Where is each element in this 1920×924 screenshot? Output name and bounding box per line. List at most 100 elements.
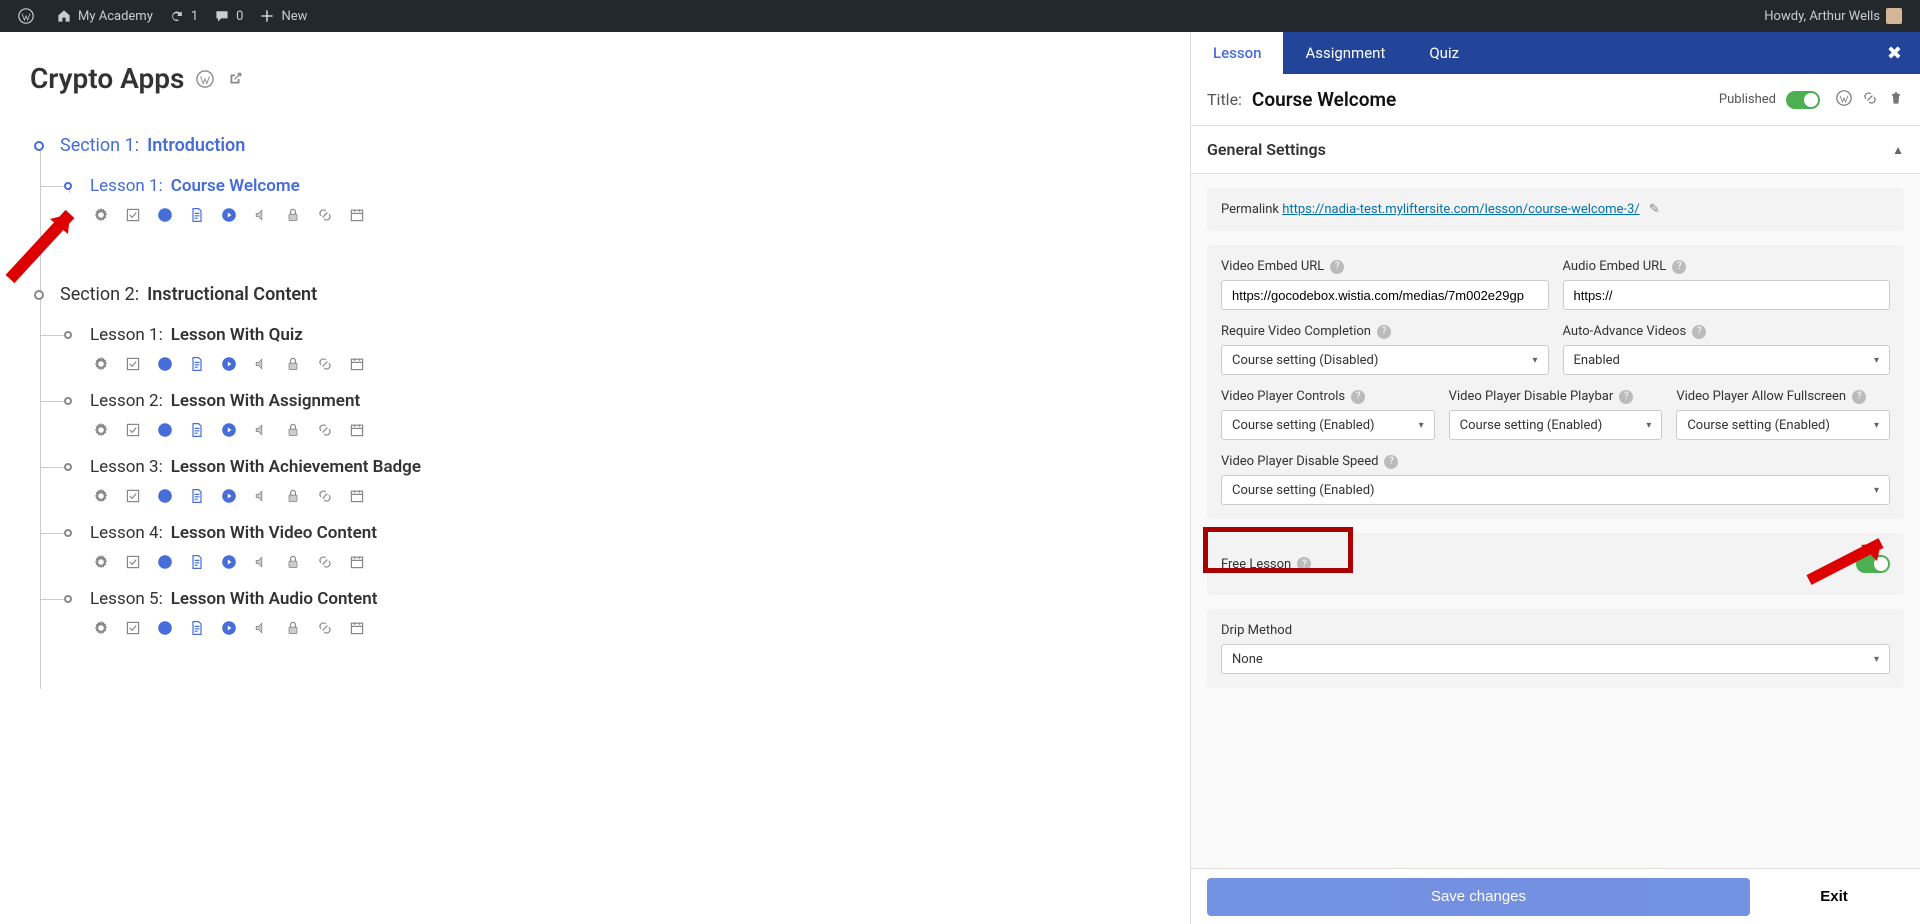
document-icon[interactable] — [188, 487, 206, 505]
lesson-item[interactable]: Lesson 1: Lesson With Quiz ? — [30, 325, 1160, 373]
wp-icon[interactable] — [196, 62, 214, 95]
lock-icon[interactable] — [284, 206, 302, 224]
calendar-icon[interactable] — [348, 619, 366, 637]
checkbox-icon[interactable] — [124, 355, 142, 373]
permalink-link[interactable]: https://nadia-test.myliftersite.com/less… — [1282, 202, 1639, 217]
document-icon[interactable] — [188, 553, 206, 571]
question-icon[interactable]: ? — [156, 421, 174, 439]
wp-logo[interactable] — [10, 0, 48, 32]
question-icon[interactable]: ? — [156, 206, 174, 224]
allow-fullscreen-select[interactable]: Course setting (Enabled) — [1676, 410, 1890, 440]
play-icon[interactable] — [220, 421, 238, 439]
help-icon[interactable]: ? — [1672, 260, 1686, 274]
question-icon[interactable]: ? — [156, 553, 174, 571]
checkbox-icon[interactable] — [124, 206, 142, 224]
close-icon[interactable]: ✖ — [1879, 43, 1910, 64]
lesson-item[interactable]: Lesson 4: Lesson With Video Content ? — [30, 523, 1160, 571]
calendar-icon[interactable] — [348, 553, 366, 571]
detach-icon[interactable] — [316, 487, 334, 505]
external-icon[interactable] — [226, 62, 244, 95]
player-controls-select[interactable]: Course setting (Enabled) — [1221, 410, 1435, 440]
checkbox-icon[interactable] — [124, 619, 142, 637]
tab-assignment[interactable]: Assignment — [1283, 32, 1407, 74]
document-icon[interactable] — [188, 619, 206, 637]
detach-icon[interactable] — [316, 619, 334, 637]
new-link[interactable]: New — [251, 0, 315, 32]
gear-icon[interactable] — [92, 206, 110, 224]
detach-icon[interactable] — [1862, 90, 1878, 110]
gear-icon[interactable] — [92, 355, 110, 373]
document-icon[interactable] — [188, 421, 206, 439]
gear-icon[interactable] — [92, 487, 110, 505]
disable-speed-select[interactable]: Course setting (Enabled) — [1221, 475, 1890, 505]
edit-permalink-icon[interactable]: ✎ — [1649, 202, 1660, 217]
help-icon[interactable]: ? — [1377, 325, 1391, 339]
auto-advance-select[interactable]: Enabled — [1563, 345, 1891, 375]
audio-icon[interactable] — [252, 619, 270, 637]
drip-method-select[interactable]: None — [1221, 644, 1890, 674]
require-video-select[interactable]: Course setting (Disabled) — [1221, 345, 1549, 375]
lesson-course-welcome[interactable]: Lesson 1: Course Welcome ? — [30, 176, 1160, 224]
gear-icon[interactable] — [92, 619, 110, 637]
exit-button[interactable]: Exit — [1764, 878, 1904, 916]
play-icon[interactable] — [220, 553, 238, 571]
help-icon[interactable]: ? — [1852, 390, 1866, 404]
gear-icon[interactable] — [92, 421, 110, 439]
audio-icon[interactable] — [252, 355, 270, 373]
audio-icon[interactable] — [252, 487, 270, 505]
trash-icon[interactable] — [1888, 90, 1904, 110]
checkbox-icon[interactable] — [124, 421, 142, 439]
detach-icon[interactable] — [316, 553, 334, 571]
help-icon[interactable]: ? — [1692, 325, 1706, 339]
audio-icon[interactable] — [252, 206, 270, 224]
general-settings-header[interactable]: General Settings ▲ — [1191, 126, 1920, 174]
help-icon[interactable]: ? — [1351, 390, 1365, 404]
audio-embed-input[interactable] — [1563, 280, 1891, 310]
checkbox-icon[interactable] — [124, 553, 142, 571]
audio-icon[interactable] — [252, 553, 270, 571]
audio-icon[interactable] — [252, 421, 270, 439]
detach-icon[interactable] — [316, 421, 334, 439]
play-icon[interactable] — [220, 206, 238, 224]
help-icon[interactable]: ? — [1384, 455, 1398, 469]
lock-icon[interactable] — [284, 355, 302, 373]
question-icon[interactable]: ? — [156, 355, 174, 373]
calendar-icon[interactable] — [348, 355, 366, 373]
tab-lesson[interactable]: Lesson — [1191, 32, 1283, 74]
lock-icon[interactable] — [284, 487, 302, 505]
detach-icon[interactable] — [316, 355, 334, 373]
help-icon[interactable]: ? — [1330, 260, 1344, 274]
lesson-item[interactable]: Lesson 5: Lesson With Audio Content ? — [30, 589, 1160, 637]
disable-playbar-select[interactable]: Course setting (Enabled) — [1449, 410, 1663, 440]
title-value[interactable]: Course Welcome — [1252, 88, 1396, 111]
lesson-item[interactable]: Lesson 2: Lesson With Assignment ? — [30, 391, 1160, 439]
document-icon[interactable] — [188, 206, 206, 224]
free-lesson-toggle[interactable] — [1856, 555, 1890, 573]
calendar-icon[interactable] — [348, 487, 366, 505]
published-toggle[interactable] — [1786, 91, 1820, 109]
save-button[interactable]: Save changes — [1207, 878, 1750, 916]
calendar-icon[interactable] — [348, 421, 366, 439]
gear-icon[interactable] — [92, 553, 110, 571]
lesson-item[interactable]: Lesson 3: Lesson With Achievement Badge … — [30, 457, 1160, 505]
site-link[interactable]: My Academy — [48, 0, 161, 32]
section-1[interactable]: Section 1: Introduction Lesson 1: Course… — [30, 135, 1160, 224]
checkbox-icon[interactable] — [124, 487, 142, 505]
video-embed-input[interactable] — [1221, 280, 1549, 310]
play-icon[interactable] — [220, 355, 238, 373]
section-2[interactable]: Section 2: Instructional Content Lesson … — [30, 284, 1160, 637]
lock-icon[interactable] — [284, 619, 302, 637]
comments-link[interactable]: 0 — [206, 0, 251, 32]
play-icon[interactable] — [220, 487, 238, 505]
help-icon[interactable]: ? — [1297, 557, 1311, 571]
question-icon[interactable]: ? — [156, 619, 174, 637]
howdy-link[interactable]: Howdy, Arthur Wells — [1756, 0, 1910, 32]
detach-icon[interactable] — [316, 206, 334, 224]
document-icon[interactable] — [188, 355, 206, 373]
help-icon[interactable]: ? — [1619, 390, 1633, 404]
play-icon[interactable] — [220, 619, 238, 637]
wp-icon[interactable] — [1836, 90, 1852, 110]
tab-quiz[interactable]: Quiz — [1407, 32, 1481, 74]
lock-icon[interactable] — [284, 421, 302, 439]
calendar-icon[interactable] — [348, 206, 366, 224]
